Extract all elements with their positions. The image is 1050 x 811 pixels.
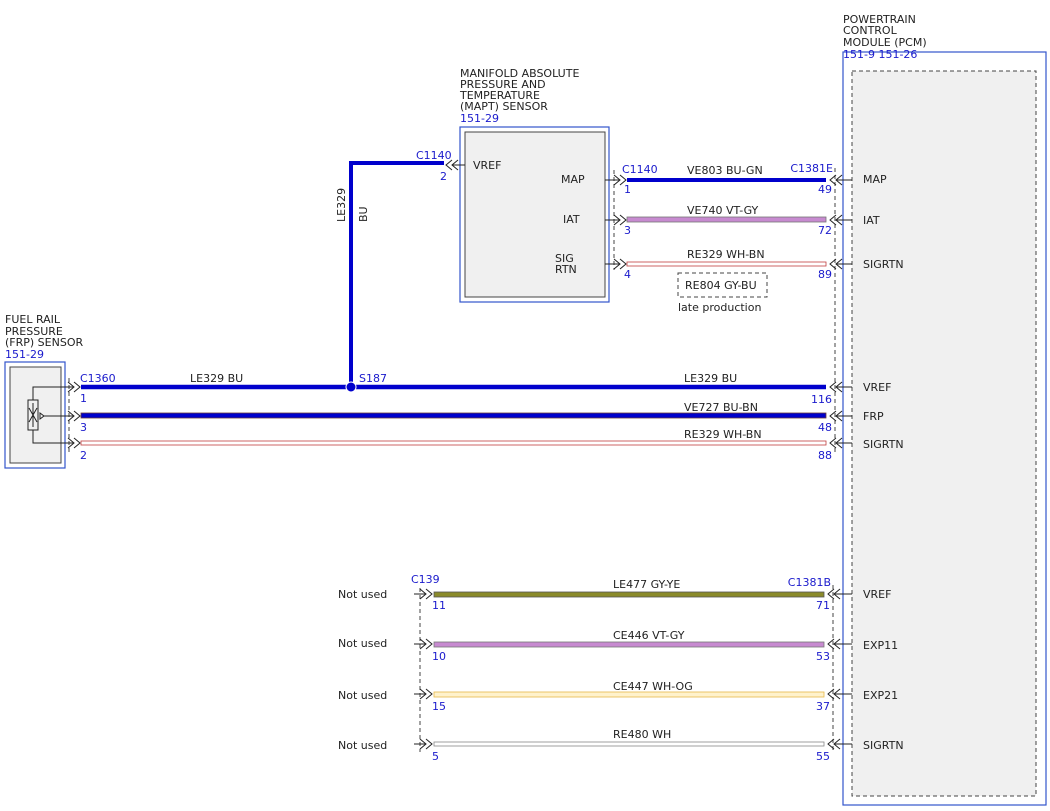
pcm-pin-sigrtn-2: SIGRTN [863,438,904,451]
frp-inner-box [9,366,62,464]
label-ce446: CE446 VT-GY [613,629,685,642]
c139-pin-15: 15 [432,700,446,713]
pcm-pin-num-88: 88 [818,449,832,462]
wire-re329-bottom [80,440,827,446]
label-ve740: VE740 VT-GY [687,204,759,217]
label-le329-vertical: LE329 [335,188,348,222]
wire-re480 [433,741,825,747]
pcm-pin-numbers: 49 72 89 116 48 88 71 53 37 55 C1381E C1… [788,162,833,763]
label-le329-left: LE329 BU [190,372,243,385]
c139-arrow-terminals [414,588,433,750]
label-re329-bottom: RE329 WH-BN [684,428,762,441]
pcm-connector-c1381e: C1381E [790,162,833,175]
wiring-diagram: POWERTRAIN CONTROL MODULE (PCM) 151-9 15… [4,13,1047,806]
pcm-pin-sigrtn-3: SIGRTN [863,739,904,752]
not-used-1: Not used [338,588,387,601]
wire-ve740 [626,216,827,223]
c139-pin-10: 10 [432,650,446,663]
mapt-ref: 151-29 [460,112,499,125]
frp-pin-3: 3 [80,421,87,434]
not-used-3: Not used [338,689,387,702]
mapt-wires: VE803 BU-GN VE740 VT-GY RE329 WH-BN RE80… [626,164,827,314]
label-re480: RE480 WH [613,728,671,741]
not-used-2: Not used [338,637,387,650]
frp-pin-1: 1 [80,392,87,405]
pcm-pin-num-71: 71 [816,599,830,612]
splice-s187 [345,381,357,393]
mapt-iat-label: IAT [563,213,580,226]
pcm-pin-num-48: 48 [818,421,832,434]
label-ve803: VE803 BU-GN [687,164,763,177]
pcm-pin-exp11: EXP11 [863,639,898,652]
mapt-conn-c1140-left: C1140 [416,149,452,162]
pcm-pin-num-37: 37 [816,700,830,713]
label-re804: RE804 GY-BU [685,279,757,292]
pcm-pin-vref-2: VREF [863,588,891,601]
pcm-pin-num-89: 89 [818,268,832,281]
label-ce447: CE447 WH-OG [613,680,693,693]
mapt-map-label: MAP [561,173,585,186]
wire-re329-top [626,261,827,267]
pcm-pin-map: MAP [863,173,887,186]
pcm-pin-num-49: 49 [818,183,832,196]
frp-conn-c1360: C1360 [80,372,116,385]
c139-pin-11: 11 [432,599,446,612]
mapt-conn-c1140-right: C1140 [622,163,658,176]
pcm-pin-sigrtn-1: SIGRTN [863,258,904,271]
c139-section: C139 Not used Not used Not used Not used… [338,573,825,763]
mapt-pin-1: 1 [624,183,631,196]
mapt-rtn-label: RTN [555,263,577,276]
le329-feed: LE329 BU [335,161,444,387]
pcm-pin-vref-1: VREF [863,381,891,394]
frp-arrow-terminals [61,381,81,449]
wire-le477 [433,591,825,598]
mapt-inner-box [464,131,606,298]
pcm-pin-frp: FRP [863,410,884,423]
not-used-4: Not used [338,739,387,752]
pcm-module: POWERTRAIN CONTROL MODULE (PCM) 151-9 15… [842,13,1047,806]
label-re329-top: RE329 WH-BN [687,248,765,261]
frp-ref: 151-29 [5,348,44,361]
pcm-pin-num-55: 55 [816,750,830,763]
label-ve727: VE727 BU-BN [684,401,758,414]
label-le329-right: LE329 BU [684,372,737,385]
c139-pin-5: 5 [432,750,439,763]
mapt-sensor: MANIFOLD ABSOLUTE PRESSURE AND TEMPERATU… [459,67,610,303]
label-bu-vertical: BU [357,206,370,222]
pcm-pin-num-72: 72 [818,224,832,237]
pcm-connector-c1381b: C1381B [788,576,831,589]
pcm-pin-num-53: 53 [816,650,830,663]
pcm-pin-exp21: EXP21 [863,689,898,702]
c139-conn: C139 [411,573,440,586]
mapt-vref-label: VREF [473,159,501,172]
pcm-pin-num-116: 116 [811,393,832,406]
label-late-production: late production [678,301,761,314]
pcm-pin-iat: IAT [863,214,880,227]
wire-ce446 [433,641,825,648]
mapt-pin-4: 4 [624,268,631,281]
label-le477: LE477 GY-YE [613,578,680,591]
label-s187: S187 [359,372,387,385]
mapt-pin-3: 3 [624,224,631,237]
frp-wires: S187 LE329 BU LE329 BU VE727 BU-BN RE329… [80,372,827,446]
wire-le329-vertical [349,161,444,387]
pcm-refs: 151-9 151-26 [843,48,917,61]
mapt-pin-2: 2 [440,170,447,183]
pcm-arrow-terminals [827,174,852,750]
frp-pin-2: 2 [80,449,87,462]
